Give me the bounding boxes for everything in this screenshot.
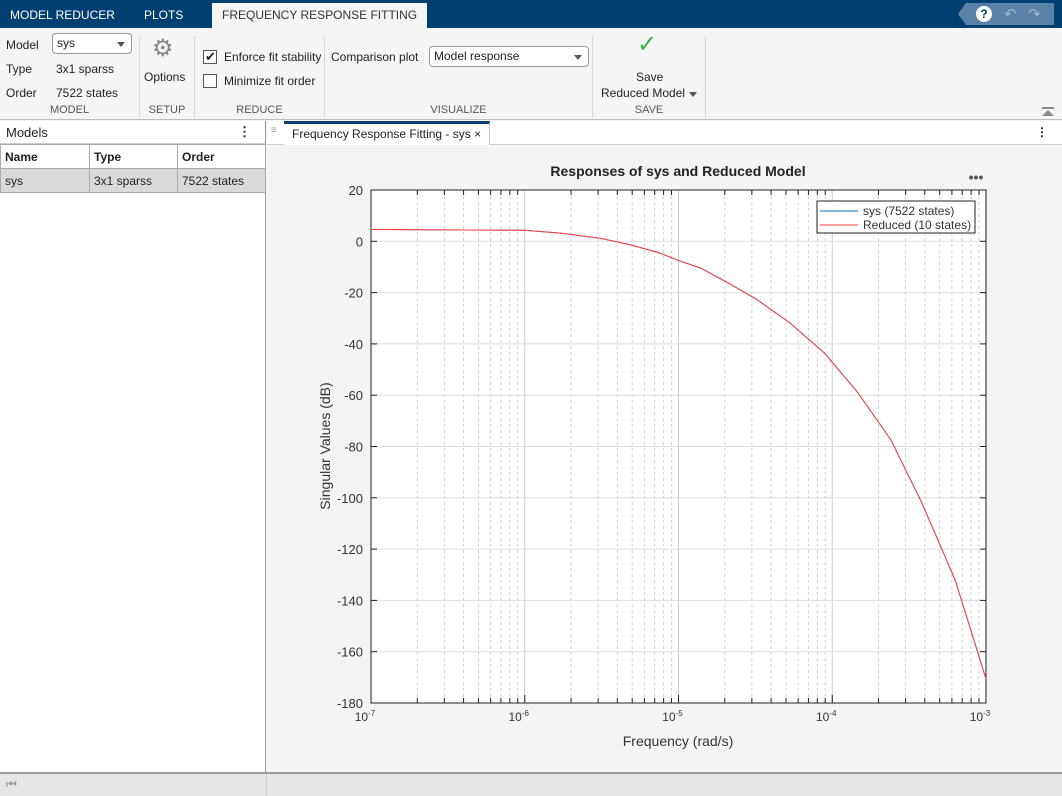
y-tick-label: -20 [344, 286, 363, 301]
collapse-toolstrip-icon[interactable] [1042, 107, 1054, 117]
divider [266, 774, 267, 796]
y-tick-label: -180 [337, 696, 363, 711]
close-icon[interactable]: × [474, 127, 481, 141]
status-bar: ⏮ [0, 772, 1062, 796]
gear-icon: ⚙ [152, 35, 174, 62]
reduce-section: ✔ Enforce fit stability Minimize fit ord… [195, 36, 325, 118]
cell-name: sys [0, 168, 90, 193]
table-row[interactable]: sys 3x1 sparss 7522 states [0, 168, 266, 193]
section-label: SAVE [634, 104, 664, 116]
y-tick-label: -120 [337, 542, 363, 557]
model-dropdown[interactable]: sys [52, 33, 132, 54]
y-tick-label: -60 [344, 388, 363, 403]
document-tab-label: Frequency Response Fitting - sys [292, 127, 471, 141]
chevron-down-icon [689, 92, 697, 97]
models-panel: Models ⋮ Name Type Order sys 3x1 sparss 7522 … [0, 121, 266, 772]
tab-frequency-response-fitting[interactable]: FREQUENCY RESPONSE FITTING [212, 3, 428, 28]
more-options-icon[interactable]: ••• [969, 169, 984, 185]
collapse-panel-icon[interactable]: ⏮ [6, 777, 17, 792]
reduced-model-label: Reduced Model [601, 86, 686, 100]
y-tick-label: -80 [344, 440, 363, 455]
models-table: Name Type Order sys 3x1 sparss 7522 states [0, 144, 266, 193]
setup-section: ⚙ Options SETUP [140, 35, 195, 118]
document-list-icon[interactable]: ≡ [271, 125, 277, 136]
undo-icon[interactable]: ↶ [1004, 5, 1017, 23]
models-panel-title: Models [6, 125, 48, 140]
column-header-type[interactable]: Type [89, 144, 178, 169]
y-tick-label: 0 [356, 234, 363, 249]
x-tick-label: 10-4 [816, 709, 837, 724]
order-label: Order [6, 86, 37, 100]
document-tab-bar: ≡ Frequency Response Fitting - sys × ⋮ [267, 121, 1062, 145]
order-value: 7522 states [56, 86, 119, 100]
save-reduced-model-button[interactable]: ✓ Save Reduced Model [593, 31, 706, 100]
x-tick-label: 10-3 [970, 709, 991, 724]
type-value: 3x1 sparss [56, 62, 115, 76]
checkmark-icon: ✔ [205, 49, 216, 64]
y-tick-label: -140 [337, 593, 363, 608]
legend-entry: Reduced (10 states) [863, 218, 971, 232]
chart-title: Responses of sys and Reduced Model [550, 163, 805, 179]
section-label: REDUCE [236, 104, 283, 116]
toolstrip: Model sys Type 3x1 sparss Order 7522 sta… [0, 28, 1062, 120]
y-axis-label: Singular Values (dB) [317, 382, 333, 509]
tab-frequency-response-fitting-sys[interactable]: Frequency Response Fitting - sys × [284, 121, 491, 145]
model-value: sys [57, 36, 75, 50]
chevron-down-icon [574, 55, 582, 60]
y-tick-label: -160 [337, 645, 363, 660]
minimize-fit-order-label: Minimize fit order [224, 74, 316, 88]
y-tick-label: -100 [337, 491, 363, 506]
y-tick-label: 20 [349, 183, 363, 198]
model-section: Model sys Type 3x1 sparss Order 7522 sta… [0, 33, 140, 118]
tab-plots[interactable]: PLOTS [134, 0, 193, 28]
more-options-icon[interactable]: ⋮ [1036, 125, 1048, 139]
save-label: Save [636, 70, 664, 84]
section-label: MODEL [49, 104, 90, 116]
models-panel-header: Models ⋮ [0, 121, 265, 144]
frequency-response-plot: 10-7 10-6 10-5 10-4 10-3 20 0 -20 -40 -60 -80 -100 -… [317, 163, 991, 749]
y-tick-label: -40 [344, 337, 363, 352]
enforce-fit-stability-checkbox[interactable]: ✔ [203, 49, 217, 64]
comparison-plot-value: Model response [434, 49, 520, 63]
x-tick-label: 10-5 [662, 709, 683, 724]
model-label: Model [6, 38, 39, 52]
type-label: Type [6, 62, 33, 76]
toolstrip-tabs: MODEL REDUCER PLOTS FREQUENCY RESPONSE F… [0, 0, 1062, 28]
comparison-plot-dropdown[interactable]: Model response [429, 46, 589, 67]
visualize-section: Comparison plot Model response VISUALIZE [325, 36, 593, 118]
enforce-fit-stability-label: Enforce fit stability [224, 50, 322, 64]
quick-access-bar: ? ↶ ↷ [958, 3, 1054, 25]
save-section: ✓ Save Reduced Model SAVE [593, 31, 706, 118]
tab-model-reducer[interactable]: MODEL REDUCER [0, 0, 125, 28]
more-options-icon[interactable]: ⋮ [238, 124, 251, 140]
options-label: Options [144, 70, 186, 84]
minimize-fit-order-checkbox[interactable] [203, 74, 217, 88]
section-label: SETUP [148, 104, 186, 116]
cell-type: 3x1 sparss [89, 168, 178, 193]
section-label: VISUALIZE [430, 104, 487, 116]
legend-entry: sys (7522 states) [863, 204, 954, 218]
column-header-name[interactable]: Name [0, 144, 90, 169]
cell-order: 7522 states [177, 168, 266, 193]
column-header-order[interactable]: Order [177, 144, 266, 169]
options-button[interactable]: ⚙ Options [140, 35, 195, 96]
redo-icon[interactable]: ↷ [1028, 5, 1041, 23]
x-tick-label: 10-7 [355, 709, 376, 724]
checkmark-icon: ✓ [637, 31, 658, 58]
x-tick-label: 10-6 [509, 709, 530, 724]
help-icon[interactable]: ? [976, 6, 992, 22]
comparison-plot-label: Comparison plot [331, 50, 419, 64]
x-axis-label: Frequency (rad/s) [623, 733, 733, 749]
chevron-down-icon [117, 42, 125, 47]
